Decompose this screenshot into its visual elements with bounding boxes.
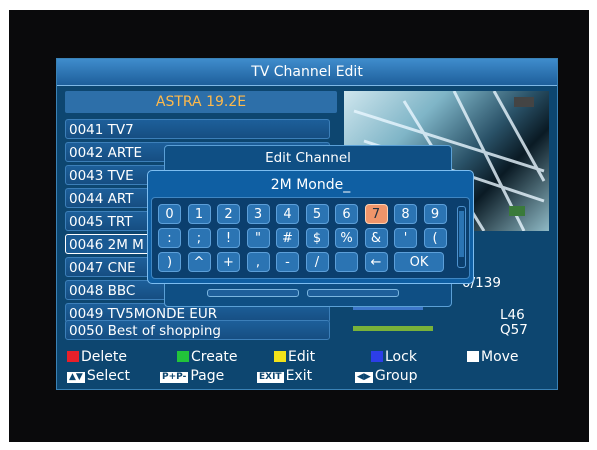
exit-key-icon: EXIT: [257, 372, 284, 383]
keyboard-key[interactable]: 8: [394, 204, 417, 224]
backspace-key[interactable]: ←: [364, 252, 388, 272]
keyboard-key[interactable]: $: [305, 228, 329, 248]
keyboard-key[interactable]: +: [217, 252, 240, 272]
keyboard-key[interactable]: %: [335, 228, 358, 248]
legend-label: Move: [481, 349, 519, 365]
keyboard-key[interactable]: 6: [335, 204, 358, 224]
keyboard-scrollbar[interactable]: [457, 206, 466, 268]
keyboard-key[interactable]: 3: [246, 204, 270, 224]
on-screen-keyboard: 2M Monde_ 0 1 2 3 4 5 6 7 8 9:;! " # $% & ' () ^ +, - / ← OK: [147, 170, 474, 284]
yellow-key-icon: [274, 351, 286, 362]
keyboard-key[interactable]: #: [276, 228, 299, 248]
dialog-button-right[interactable]: [307, 289, 399, 297]
legend-label: Lock: [385, 349, 417, 365]
dialog-button-left[interactable]: [207, 289, 299, 297]
white-key-icon: [467, 351, 479, 362]
legend-lock[interactable]: Lock: [371, 349, 417, 365]
keyboard-key[interactable]: 9: [423, 204, 447, 224]
keyboard-key[interactable]: :: [158, 228, 181, 248]
signal-level: L46: [500, 307, 525, 323]
blank-key[interactable]: [335, 252, 358, 272]
channel-label: 0048 BBC: [69, 283, 136, 299]
channel-row[interactable]: 0041 TV7: [65, 119, 330, 139]
channel-label: 0045 TRT: [69, 214, 133, 230]
legend-label: Create: [191, 349, 238, 365]
legend-move[interactable]: Move: [467, 349, 519, 365]
legend-exit[interactable]: EXIT Exit: [257, 368, 312, 384]
legend-create[interactable]: Create: [177, 349, 238, 365]
keyboard-key[interactable]: 7: [364, 204, 388, 224]
channel-row[interactable]: 0050 Best of shopping: [65, 320, 330, 340]
keyboard-key[interactable]: &: [364, 228, 388, 248]
keyboard-key[interactable]: ): [158, 252, 181, 272]
keyboard-grid: 0 1 2 3 4 5 6 7 8 9:;! " # $% & ' () ^ +, - / ← OK: [151, 197, 470, 279]
edit-channel-title: Edit Channel: [265, 150, 351, 166]
keyboard-key[interactable]: !: [217, 228, 240, 248]
keyboard-key[interactable]: 5: [305, 204, 329, 224]
ok-key[interactable]: OK: [394, 252, 444, 272]
keyboard-key[interactable]: 0: [158, 204, 181, 224]
left-right-arrow-icon: ◀▶: [355, 372, 373, 383]
page-key-icon: P+P-: [160, 372, 189, 383]
keyboard-key[interactable]: /: [305, 252, 329, 272]
channel-label: 0047 CNE: [69, 260, 136, 276]
legend-edit[interactable]: Edit: [274, 349, 315, 365]
up-down-arrow-icon: ▲▼: [67, 372, 85, 383]
signal-quality: Q57: [500, 322, 528, 338]
blue-key-icon: [371, 351, 383, 362]
legend-page[interactable]: P+P- Page: [160, 368, 224, 384]
channel-label: 0043 TVE: [69, 168, 134, 184]
channel-label: 0044 ART: [69, 191, 134, 207]
satellite-header: ASTRA 19.2E: [65, 91, 337, 113]
keyboard-key[interactable]: ^: [187, 252, 211, 272]
signal-quality-bar: [353, 326, 433, 331]
red-key-icon: [67, 351, 79, 362]
keyboard-key[interactable]: 4: [276, 204, 299, 224]
legend-label: Delete: [81, 349, 127, 365]
keyboard-key[interactable]: ,: [246, 252, 270, 272]
legend-label: Page: [190, 368, 225, 384]
keyboard-key[interactable]: ": [246, 228, 270, 248]
keyboard-key[interactable]: -: [276, 252, 299, 272]
legend-label: Select: [86, 368, 131, 384]
keyboard-key[interactable]: (: [423, 228, 447, 248]
channel-name-input[interactable]: 2M Monde_: [148, 174, 473, 196]
channel-label: 0041 TV7: [69, 122, 134, 138]
keyboard-key[interactable]: ;: [187, 228, 211, 248]
legend-delete[interactable]: Delete: [67, 349, 127, 365]
legend-group[interactable]: ◀▶ Group: [355, 368, 417, 384]
window-title: TV Channel Edit: [57, 59, 557, 86]
legend-label: Edit: [288, 349, 316, 365]
keyboard-key[interactable]: 1: [187, 204, 211, 224]
keyboard-key[interactable]: ': [394, 228, 417, 248]
channel-label: 0050 Best of shopping: [69, 323, 222, 339]
legend-label: Exit: [285, 368, 313, 384]
legend-select[interactable]: ▲▼ Select: [67, 368, 130, 384]
legend-label: Group: [374, 368, 418, 384]
keyboard-key[interactable]: 2: [217, 204, 240, 224]
channel-label: 0046 2M M: [69, 237, 144, 253]
green-key-icon: [177, 351, 189, 362]
channel-label: 0042 ARTE: [69, 145, 143, 161]
